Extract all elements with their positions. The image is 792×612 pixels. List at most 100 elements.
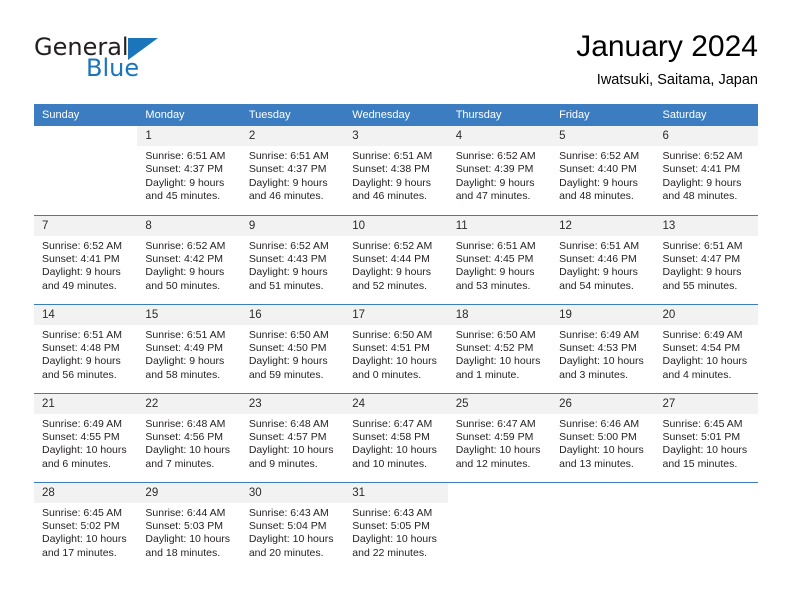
calendar-day-cell[interactable]: 1 Sunrise: 6:51 AM Sunset: 4:37 PM Daylight… <box>137 126 241 215</box>
day-cell-content: 2 Sunrise: 6:51 AM Sunset: 4:37 PM Daylight… <box>240 126 345 214</box>
calendar-day-cell[interactable]: 17 Sunrise: 6:50 AM Sunset: 4:51 PM Dayligh… <box>344 303 448 393</box>
calendar-day-cell[interactable]: 15 Sunrise: 6:51 AM Sunset: 4:49 PM Dayligh… <box>137 303 241 393</box>
day-cell-content: 6 Sunrise: 6:52 AM Sunset: 4:41 PM Daylight… <box>654 126 758 214</box>
day-sun-info-line: Sunset: 4:57 PM <box>248 430 327 443</box>
calendar-day-cell[interactable]: 10 Sunrise: 6:52 AM Sunset: 4:44 PM Dayligh… <box>344 214 448 304</box>
calendar-day-cell[interactable]: 2 Sunrise: 6:51 AM Sunset: 4:37 PM Daylight… <box>240 126 345 215</box>
day-sun-info-line: and 3 minutes. <box>559 368 628 381</box>
calendar-day-cell[interactable]: 30 Sunrise: 6:43 AM Sunset: 5:04 PM Dayligh… <box>240 481 345 571</box>
day-sun-info: Sunrise: 6:51 AM Sunset: 4:47 PM Daylight:… <box>655 236 758 294</box>
calendar-day-cell[interactable]: 5 Sunrise: 6:52 AM Sunset: 4:40 PM Daylight… <box>551 126 655 215</box>
calendar-day-cell[interactable]: 12 Sunrise: 6:51 AM Sunset: 4:46 PM Dayligh… <box>551 214 655 304</box>
calendar-day-cell[interactable]: 7 Sunrise: 6:52 AM Sunset: 4:41 PM Daylight… <box>34 214 138 304</box>
day-sun-info: Sunrise: 6:50 AM Sunset: 4:51 PM Daylight:… <box>344 325 447 383</box>
calendar-day-cell[interactable]: 28 Sunrise: 6:45 AM Sunset: 5:02 PM Dayligh… <box>34 481 138 571</box>
calendar-day-cell[interactable]: 9 Sunrise: 6:52 AM Sunset: 4:43 PM Daylight… <box>240 214 345 304</box>
day-cell-content: 18 Sunrise: 6:50 AM Sunset: 4:52 PM Dayligh… <box>447 304 552 393</box>
day-sun-info: Sunrise: 6:51 AM Sunset: 4:49 PM Daylight:… <box>137 325 240 383</box>
day-sun-info-line: and 7 minutes. <box>145 457 215 470</box>
day-sun-info-line: Sunset: 4:46 PM <box>559 252 637 265</box>
day-sun-info-line: and 17 minutes. <box>42 546 117 559</box>
title-block: January 2024 Iwatsuki, Saitama, Japan <box>576 28 758 90</box>
location-subtitle: Iwatsuki, Saitama, Japan <box>596 72 758 88</box>
calendar-day-cell[interactable]: 22 Sunrise: 6:48 AM Sunset: 4:56 PM Dayligh… <box>137 392 241 482</box>
day-sun-info-line: Daylight: 9 hours <box>248 176 328 189</box>
day-cell-content: 14 Sunrise: 6:51 AM Sunset: 4:48 PM Dayligh… <box>34 304 138 393</box>
day-sun-info-line: and 15 minutes. <box>662 457 738 470</box>
day-sun-info: Sunrise: 6:49 AM Sunset: 4:55 PM Daylight:… <box>34 414 137 472</box>
day-sun-info-line: and 48 minutes. <box>662 190 738 203</box>
day-sun-info-line: and 45 minutes. <box>145 190 221 203</box>
calendar-day-cell[interactable]: 25 Sunrise: 6:47 AM Sunset: 4:59 PM Dayligh… <box>447 392 552 482</box>
day-sun-info: Sunrise: 6:50 AM Sunset: 4:50 PM Daylight:… <box>241 325 344 383</box>
calendar-day-cell[interactable]: 4 Sunrise: 6:52 AM Sunset: 4:39 PM Daylight… <box>447 126 552 215</box>
day-sun-info-line: Daylight: 10 hours <box>352 355 437 368</box>
day-sun-info-line: Sunrise: 6:47 AM <box>352 417 433 430</box>
day-sun-info-line: Sunset: 5:03 PM <box>145 519 224 532</box>
day-number: 19 <box>551 304 655 325</box>
calendar-day-cell[interactable]: 19 Sunrise: 6:49 AM Sunset: 4:53 PM Dayligh… <box>551 303 655 393</box>
day-sun-info-line: and 58 minutes. <box>145 368 221 381</box>
day-sun-info-line: Sunset: 5:02 PM <box>42 519 120 532</box>
day-sun-info-line: Sunset: 4:59 PM <box>455 430 534 443</box>
calendar-day-cell[interactable]: 18 Sunrise: 6:50 AM Sunset: 4:52 PM Dayligh… <box>447 303 552 393</box>
day-sun-info-line: Sunset: 5:01 PM <box>662 430 741 443</box>
day-sun-info-line: Sunset: 4:47 PM <box>662 252 741 265</box>
day-sun-info-line: Sunset: 4:43 PM <box>248 252 327 265</box>
calendar-day-cell[interactable]: 14 Sunrise: 6:51 AM Sunset: 4:48 PM Dayligh… <box>34 303 138 393</box>
day-sun-info-line: and 55 minutes. <box>662 279 738 292</box>
day-sun-info-line: Sunrise: 6:52 AM <box>42 239 122 252</box>
day-sun-info-line: Sunset: 4:54 PM <box>662 341 741 354</box>
day-sun-info-line: Daylight: 10 hours <box>248 444 334 457</box>
day-sun-info-line: Sunrise: 6:51 AM <box>559 239 640 252</box>
day-number: 9 <box>240 215 345 236</box>
calendar-day-cell[interactable]: 13 Sunrise: 6:51 AM Sunset: 4:47 PM Dayligh… <box>654 214 758 304</box>
weekday-header-row: Sunday Monday Tuesday Wednesday Thursday… <box>34 104 758 126</box>
day-cell-content <box>448 483 551 571</box>
day-sun-info-line: Daylight: 10 hours <box>145 444 231 457</box>
calendar-day-cell[interactable]: 6 Sunrise: 6:52 AM Sunset: 4:41 PM Daylight… <box>654 126 758 215</box>
calendar-day-cell[interactable]: 24 Sunrise: 6:47 AM Sunset: 4:58 PM Dayligh… <box>344 392 448 482</box>
calendar-day-cell[interactable]: 11 Sunrise: 6:51 AM Sunset: 4:45 PM Dayligh… <box>447 214 552 304</box>
calendar-page: General Blue January 2024 Iwatsuki, Sait… <box>0 0 792 612</box>
day-cell-content: 30 Sunrise: 6:43 AM Sunset: 5:04 PM Dayligh… <box>240 482 345 571</box>
day-number: 25 <box>447 393 552 414</box>
calendar-day-cell[interactable]: 23 Sunrise: 6:48 AM Sunset: 4:57 PM Dayligh… <box>240 392 345 482</box>
day-number <box>448 483 551 503</box>
day-cell-content: 10 Sunrise: 6:52 AM Sunset: 4:44 PM Dayligh… <box>344 215 448 304</box>
day-cell-content: 29 Sunrise: 6:44 AM Sunset: 5:03 PM Dayligh… <box>137 482 241 571</box>
day-number: 21 <box>34 393 138 414</box>
calendar-day-cell[interactable]: 3 Sunrise: 6:51 AM Sunset: 4:38 PM Daylight… <box>344 126 448 215</box>
calendar-empty-cell <box>34 126 137 215</box>
day-sun-info-line: Sunset: 4:41 PM <box>42 252 120 265</box>
calendar-day-cell[interactable]: 20 Sunrise: 6:49 AM Sunset: 4:54 PM Dayligh… <box>654 303 758 393</box>
calendar-day-cell[interactable]: 29 Sunrise: 6:44 AM Sunset: 5:03 PM Dayligh… <box>137 481 241 571</box>
day-number: 7 <box>34 215 138 236</box>
day-cell-content: 19 Sunrise: 6:49 AM Sunset: 4:53 PM Dayligh… <box>551 304 655 393</box>
day-sun-info-line: Sunrise: 6:50 AM <box>455 328 536 341</box>
day-cell-content <box>34 126 137 214</box>
day-cell-content: 23 Sunrise: 6:48 AM Sunset: 4:57 PM Dayligh… <box>240 393 345 482</box>
calendar-day-cell[interactable]: 16 Sunrise: 6:50 AM Sunset: 4:50 PM Dayligh… <box>240 303 345 393</box>
weekday-header-friday: Friday <box>551 104 655 126</box>
calendar-day-cell[interactable]: 27 Sunrise: 6:45 AM Sunset: 5:01 PM Dayligh… <box>654 392 758 482</box>
calendar-day-cell[interactable]: 31 Sunrise: 6:43 AM Sunset: 5:05 PM Dayligh… <box>344 481 448 571</box>
logo-text-blue: Blue <box>86 54 140 82</box>
day-cell-content: 8 Sunrise: 6:52 AM Sunset: 4:42 PM Daylight… <box>137 215 241 304</box>
calendar-day-cell[interactable]: 8 Sunrise: 6:52 AM Sunset: 4:42 PM Daylight… <box>137 214 241 304</box>
day-sun-info-line: Sunrise: 6:51 AM <box>145 150 226 162</box>
day-sun-info-line: Daylight: 9 hours <box>145 355 225 368</box>
day-number <box>655 483 758 503</box>
day-sun-info-line: Sunset: 4:58 PM <box>352 430 430 443</box>
day-sun-info-line: Sunrise: 6:51 AM <box>662 239 743 252</box>
calendar-day-cell[interactable]: 26 Sunrise: 6:46 AM Sunset: 5:00 PM Dayligh… <box>551 392 655 482</box>
day-cell-content: 25 Sunrise: 6:47 AM Sunset: 4:59 PM Dayligh… <box>447 393 552 482</box>
day-sun-info-line: Sunset: 4:45 PM <box>455 252 534 265</box>
day-sun-info-line: and 6 minutes. <box>42 457 111 470</box>
day-cell-content: 16 Sunrise: 6:50 AM Sunset: 4:50 PM Dayligh… <box>240 304 345 393</box>
day-number: 23 <box>240 393 345 414</box>
day-sun-info-line: Sunset: 4:53 PM <box>559 341 637 354</box>
day-cell-content: 4 Sunrise: 6:52 AM Sunset: 4:39 PM Daylight… <box>447 126 552 214</box>
weekday-header-tuesday: Tuesday <box>240 104 345 126</box>
calendar-day-cell[interactable]: 21 Sunrise: 6:49 AM Sunset: 4:55 PM Dayligh… <box>34 392 138 482</box>
